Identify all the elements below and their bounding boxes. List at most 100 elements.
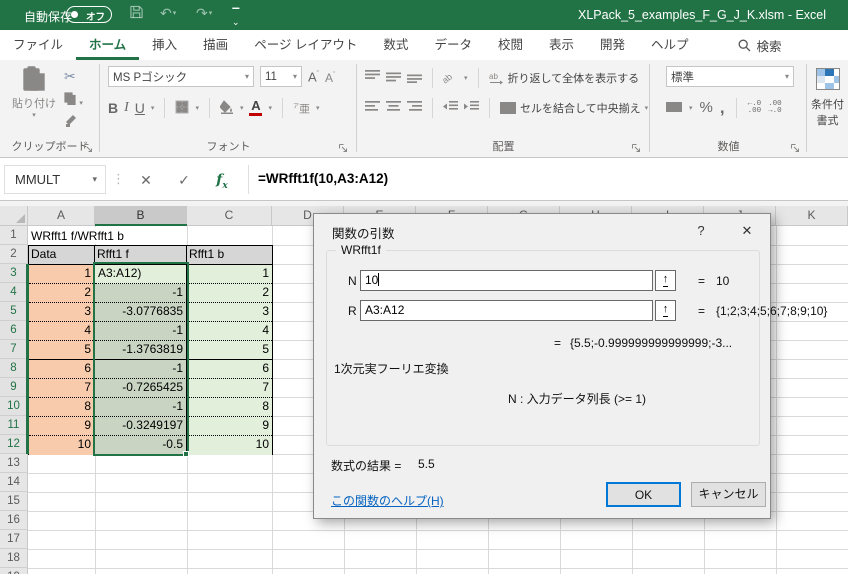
autosave-toggle[interactable]: オフ [66, 6, 112, 23]
align-top-button[interactable] [365, 70, 380, 86]
accounting-format-button[interactable] [666, 100, 682, 116]
bold-button[interactable]: B [108, 100, 118, 116]
ribbon-tab-8[interactable]: 表示 [536, 30, 587, 60]
row-header-15[interactable]: 15 [0, 492, 28, 511]
italic-button[interactable]: I [124, 100, 129, 116]
increase-decimal-button[interactable]: ←.0.00 [748, 101, 762, 115]
font-color-button[interactable]: A [249, 100, 262, 116]
align-bottom-button[interactable] [407, 70, 422, 86]
align-left-button[interactable] [365, 100, 380, 116]
alignment-dialog-launcher[interactable] [631, 142, 642, 153]
row-header-19[interactable]: 19 [0, 568, 28, 574]
number-dialog-launcher[interactable] [790, 142, 801, 153]
row-header-3[interactable]: 3 [0, 264, 28, 283]
row-header-12[interactable]: 12 [0, 435, 28, 454]
redo-button[interactable]: ↷▾ [196, 5, 212, 25]
comma-style-button[interactable]: , [720, 103, 725, 113]
enter-entry-button[interactable]: ✓ [172, 167, 196, 193]
cell-A11[interactable]: 9 [29, 417, 95, 436]
cell-C11[interactable]: 9 [187, 417, 272, 436]
percent-style-button[interactable]: % [700, 100, 713, 116]
cell-A8[interactable]: 6 [29, 360, 95, 379]
row-header-11[interactable]: 11 [0, 416, 28, 435]
cell-C8[interactable]: 6 [187, 360, 272, 379]
cell-A10[interactable]: 8 [29, 398, 95, 417]
row-header-2[interactable]: 2 [0, 245, 28, 264]
cell-A5[interactable]: 3 [29, 303, 95, 322]
tab-search[interactable]: 検索 [728, 30, 792, 60]
param-n-range-selector-button[interactable]: ↑ [655, 270, 676, 291]
wrap-text-button[interactable]: ab 折り返して全体を表示する [489, 70, 640, 86]
row-header-8[interactable]: 8 [0, 359, 28, 378]
select-all-corner[interactable] [0, 206, 28, 226]
font-dialog-launcher[interactable] [338, 142, 349, 153]
orientation-button[interactable]: ab [443, 70, 458, 87]
cell-A4[interactable]: 2 [29, 284, 95, 303]
column-header-C[interactable]: C [187, 206, 272, 226]
ribbon-tab-5[interactable]: 数式 [370, 30, 421, 60]
row-header-5[interactable]: 5 [0, 302, 28, 321]
ribbon-tab-9[interactable]: 開発 [587, 30, 638, 60]
align-center-button[interactable] [386, 100, 401, 116]
help-icon[interactable]: ? [688, 221, 714, 241]
conditional-formatting-button[interactable]: 条件付 書式 [807, 60, 848, 157]
row-header-6[interactable]: 6 [0, 321, 28, 340]
copy-button[interactable]: ▾ [64, 92, 83, 108]
row-header-18[interactable]: 18 [0, 549, 28, 568]
fill-handle[interactable] [183, 451, 189, 457]
borders-button[interactable] [175, 100, 189, 117]
row-header-10[interactable]: 10 [0, 397, 28, 416]
ribbon-tab-10[interactable]: ヘルプ [638, 30, 702, 60]
cell-A1[interactable]: WRfft1 f/WRfft1 b [29, 227, 186, 244]
decrease-font-size-button[interactable]: Aˇ [325, 68, 335, 86]
ribbon-tab-0[interactable]: ファイル [0, 30, 76, 60]
cell-A9[interactable]: 7 [29, 379, 95, 398]
column-header-B[interactable]: B [95, 206, 187, 226]
ribbon-tab-7[interactable]: 校閲 [485, 30, 536, 60]
cell-C5[interactable]: 3 [187, 303, 272, 322]
column-header-A[interactable]: A [28, 206, 95, 226]
ribbon-tab-4[interactable]: ページ レイアウト [241, 30, 370, 60]
increase-indent-button[interactable] [464, 100, 479, 116]
cell-C6[interactable]: 4 [187, 322, 272, 341]
row-header-13[interactable]: 13 [0, 454, 28, 473]
cancel-button[interactable]: キャンセル [691, 482, 766, 507]
fill-color-button[interactable] [220, 100, 234, 117]
underline-button[interactable]: U [135, 100, 145, 116]
param-r-range-selector-button[interactable]: ↑ [655, 300, 676, 321]
row-header-4[interactable]: 4 [0, 283, 28, 302]
cancel-entry-button[interactable]: ✕ [134, 167, 158, 193]
cell-A12[interactable]: 10 [29, 436, 95, 455]
row-header-7[interactable]: 7 [0, 340, 28, 359]
cut-button[interactable]: ✂ [64, 68, 76, 84]
ok-button[interactable]: OK [606, 482, 681, 507]
font-size-combo[interactable]: 11▾ [260, 66, 302, 87]
cell-A2[interactable]: Data [29, 246, 95, 265]
cell-C4[interactable]: 2 [187, 284, 272, 303]
ribbon-tab-6[interactable]: データ [421, 30, 485, 60]
function-help-link[interactable]: この関数のヘルプ(H) [331, 492, 444, 509]
row-header-1[interactable]: 1 [0, 226, 28, 245]
align-right-button[interactable] [407, 100, 422, 116]
decrease-indent-button[interactable] [443, 100, 458, 116]
cell-C12[interactable]: 10 [187, 436, 272, 455]
increase-font-size-button[interactable]: Aˆ [308, 67, 319, 85]
paste-button[interactable]: 貼り付け ▾ [10, 66, 58, 119]
format-painter-button[interactable] [64, 114, 77, 130]
cell-C10[interactable]: 8 [187, 398, 272, 417]
cell-A3[interactable]: 1 [29, 265, 95, 284]
row-header-17[interactable]: 17 [0, 530, 28, 549]
save-icon[interactable] [130, 5, 143, 25]
ribbon-tab-1[interactable]: ホーム [76, 30, 139, 60]
cell-C2[interactable]: Rfft1 b [187, 246, 272, 265]
font-name-combo[interactable]: MS Pゴシック▾ [108, 66, 254, 87]
cell-C7[interactable]: 5 [187, 341, 272, 360]
row-header-14[interactable]: 14 [0, 473, 28, 492]
param-n-input[interactable]: 10 [360, 270, 653, 291]
cell-C9[interactable]: 7 [187, 379, 272, 398]
formula-input[interactable]: =WRfft1f(10,A3:A12) [258, 171, 388, 186]
cell-C3[interactable]: 1 [187, 265, 272, 284]
column-header-K[interactable]: K [776, 206, 848, 226]
clipboard-dialog-launcher[interactable] [83, 142, 94, 153]
insert-function-button[interactable]: fx [210, 167, 234, 199]
